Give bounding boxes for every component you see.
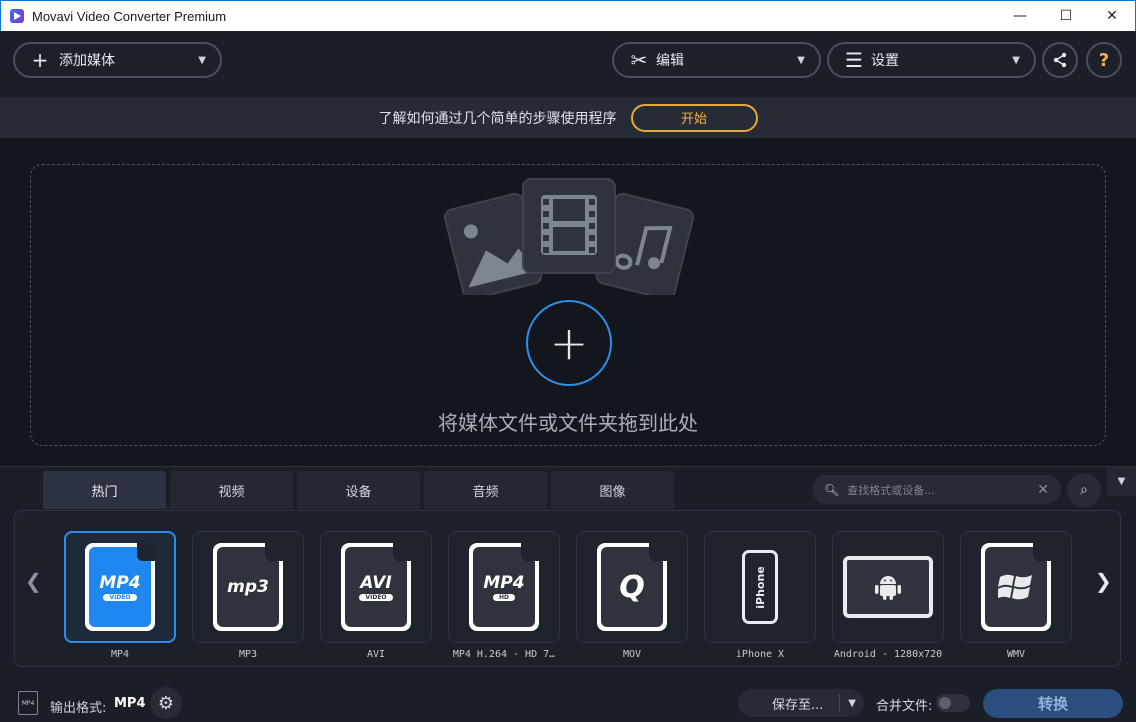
- tutorial-banner: 了解如何通过几个简单的步骤使用程序 开始: [0, 97, 1136, 138]
- title-bar: Movavi Video Converter Premium — ☐ ✕: [0, 0, 1136, 31]
- share-icon: [1053, 52, 1067, 68]
- mp4-icon: MP4 VIDEO: [85, 543, 155, 631]
- output-format-icon: MP4: [18, 691, 38, 715]
- save-to-button[interactable]: 保存至... ▼: [738, 689, 864, 717]
- format-label: MP4 H.264 - HD 7…: [452, 649, 556, 660]
- app-icon: [10, 9, 24, 23]
- mp4-hd-icon-sub: HD: [492, 594, 515, 601]
- search-input[interactable]: 查找格式或设备...: [847, 482, 935, 498]
- search-icon: 🔍︎: [824, 482, 840, 497]
- quicktime-icon: Q: [597, 543, 667, 631]
- add-media-label: 添加媒体: [59, 53, 115, 69]
- edit-label: 编辑: [656, 53, 684, 69]
- banner-text: 了解如何通过几个简单的步骤使用程序: [378, 110, 617, 127]
- mp3-icon-text: mp3: [227, 577, 269, 597]
- toolbar: + 添加媒体 ▼ ✂ 编辑 ▼ ☰ 设置 ▼ ?: [0, 31, 1136, 97]
- device-search-icon: ⌕: [1080, 482, 1088, 498]
- tab-audio[interactable]: 音频: [424, 471, 547, 509]
- plus-icon: +: [31, 48, 49, 72]
- footer-bar: MP4 输出格式: MP4 ⚙ 保存至... ▼ 合并文件: 转换: [0, 677, 1136, 722]
- iphone-icon-text: iPhone: [753, 565, 767, 609]
- tools-icon: ✂: [630, 48, 648, 72]
- mp4-hd-icon: MP4 HD: [469, 543, 539, 631]
- gear-icon: ⚙: [157, 692, 175, 714]
- format-search[interactable]: 🔍︎ 查找格式或设备... ✕: [812, 475, 1061, 504]
- output-format-label: 输出格式:: [50, 701, 107, 716]
- add-media-button[interactable]: + 添加媒体 ▼: [13, 42, 222, 78]
- avi-icon-sub: VIDEO: [359, 594, 393, 601]
- format-label: Android - 1280x720: [833, 649, 943, 660]
- start-button[interactable]: 开始: [630, 103, 758, 132]
- windows-icon: [981, 543, 1051, 631]
- format-mov[interactable]: Q: [576, 531, 688, 643]
- help-button[interactable]: ?: [1086, 42, 1122, 78]
- format-label: WMV: [1006, 649, 1026, 660]
- drop-area[interactable]: + 将媒体文件或文件夹拖到此处: [30, 164, 1106, 446]
- quicktime-icon-text: Q: [619, 569, 645, 605]
- format-android[interactable]: [832, 531, 944, 643]
- minimize-button[interactable]: —: [997, 1, 1043, 31]
- output-format-value[interactable]: MP4: [114, 696, 146, 711]
- format-label: MP4: [110, 649, 130, 660]
- android-icon: [843, 556, 933, 618]
- media-illustration-icon: [443, 178, 695, 295]
- sliders-icon: ☰: [845, 48, 863, 72]
- collapse-panel-button[interactable]: ▼: [1107, 467, 1136, 496]
- avi-icon: AVI VIDEO: [341, 543, 411, 631]
- format-label: MP3: [238, 649, 258, 660]
- convert-button[interactable]: 转换: [983, 689, 1123, 718]
- share-button[interactable]: [1042, 42, 1078, 78]
- close-button[interactable]: ✕: [1089, 1, 1135, 31]
- iphone-icon: iPhone: [742, 550, 778, 624]
- mp4-icon-sub: VIDEO: [103, 594, 137, 601]
- format-list: ❮ ❯ MP4 VIDEO MP4 mp3 MP3 AVI VIDEO AVI MP…: [14, 510, 1121, 667]
- drop-hint: 将媒体文件或文件夹拖到此处: [438, 411, 698, 435]
- merge-files-toggle[interactable]: [936, 694, 970, 712]
- windows-logo-icon: [998, 574, 1032, 600]
- settings-button[interactable]: ☰ 设置 ▼: [827, 42, 1036, 78]
- tab-images[interactable]: 图像: [551, 471, 674, 509]
- edit-button[interactable]: ✂ 编辑 ▼: [612, 42, 821, 78]
- settings-label: 设置: [871, 53, 899, 69]
- format-label: AVI: [366, 649, 386, 660]
- chevron-down-icon: ▼: [1012, 54, 1020, 66]
- chevron-down-icon[interactable]: ▼: [848, 698, 856, 709]
- avi-icon-text: AVI: [360, 573, 392, 593]
- tab-devices[interactable]: 设备: [297, 471, 420, 509]
- divider: [839, 694, 840, 712]
- mp3-icon: mp3: [213, 543, 283, 631]
- scroll-right-button[interactable]: ❯: [1095, 569, 1112, 593]
- format-mp4[interactable]: MP4 VIDEO: [64, 531, 176, 643]
- chevron-down-icon: ▼: [198, 54, 206, 66]
- mp4-icon-text: MP4: [99, 573, 141, 593]
- help-icon: ?: [1098, 49, 1110, 71]
- window-title: Movavi Video Converter Premium: [32, 8, 227, 24]
- format-panel: 热门 视频 设备 音频 图像 🔍︎ 查找格式或设备... ✕ ⌕ ▼ ❮ ❯ M…: [0, 466, 1136, 722]
- merge-files-label: 合并文件:: [876, 699, 933, 714]
- format-label: MOV: [622, 649, 642, 660]
- tab-video[interactable]: 视频: [170, 471, 293, 509]
- plus-icon: +: [549, 316, 589, 370]
- scroll-left-button[interactable]: ❮: [25, 569, 42, 593]
- save-to-label: 保存至...: [772, 697, 824, 713]
- format-label: iPhone X: [735, 649, 785, 660]
- mp4-hd-icon-text: MP4: [483, 573, 525, 593]
- format-iphone-x[interactable]: iPhone: [704, 531, 816, 643]
- output-settings-button[interactable]: ⚙: [150, 687, 182, 719]
- format-mp4-hd[interactable]: MP4 HD: [448, 531, 560, 643]
- format-tabs: 热门 视频 设备 音频 图像: [43, 471, 678, 509]
- chevron-down-icon: ▼: [1117, 476, 1126, 487]
- clear-icon[interactable]: ✕: [1037, 482, 1049, 498]
- detect-device-button[interactable]: ⌕: [1067, 473, 1101, 507]
- android-robot-icon: [875, 576, 901, 600]
- format-wmv[interactable]: [960, 531, 1072, 643]
- maximize-button[interactable]: ☐: [1043, 1, 1089, 31]
- chevron-down-icon: ▼: [797, 54, 805, 66]
- format-mp3[interactable]: mp3: [192, 531, 304, 643]
- format-avi[interactable]: AVI VIDEO: [320, 531, 432, 643]
- tab-popular[interactable]: 热门: [43, 471, 166, 509]
- add-files-button[interactable]: +: [526, 300, 612, 386]
